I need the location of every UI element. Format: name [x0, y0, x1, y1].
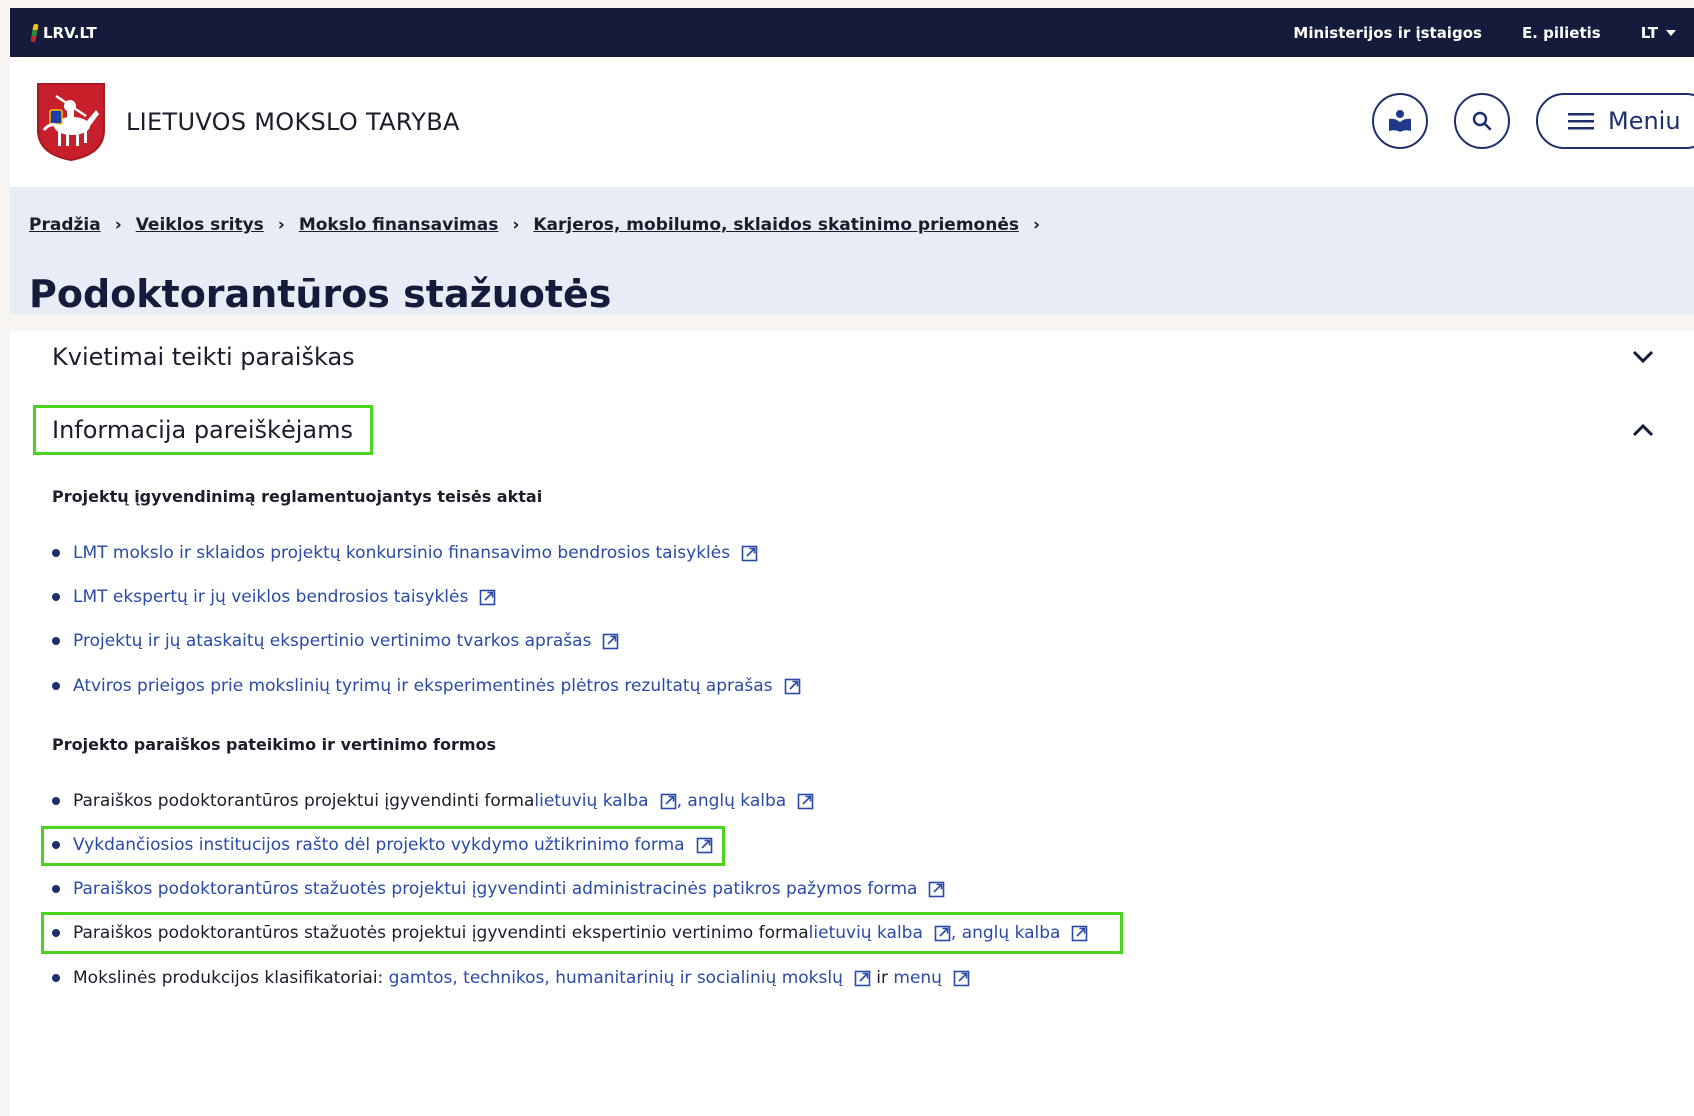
link-lithuanian[interactable]: lietuvių kalba: [534, 791, 648, 811]
breadcrumb-chevron-icon: ›: [1032, 215, 1040, 235]
breadcrumb-chevron-icon: ›: [114, 215, 122, 235]
bullet: [52, 974, 60, 982]
menu-button[interactable]: Meniu: [1536, 93, 1694, 149]
accordion-title: Kvietimai teikti paraiškas: [52, 343, 355, 371]
doc-link[interactable]: Atviros prieigos prie mokslinių tyrimų i…: [73, 676, 773, 696]
list-item: Mokslinės produkcijos klasifikatoriai: g…: [52, 968, 978, 988]
logo-link[interactable]: LIETUVOS MOKSLO TARYBA: [36, 82, 460, 162]
chevron-up-icon: [1632, 419, 1654, 441]
external-link-icon: [741, 545, 758, 561]
bullet: [52, 682, 60, 690]
top-links: Ministerijos ir įstaigos E. pilietis LT: [1293, 24, 1676, 42]
external-link-icon: [953, 970, 970, 986]
title-band: Pradžia › Veiklos sritys › Mokslo finans…: [10, 187, 1694, 314]
external-link-icon: [480, 589, 496, 605]
accordion-informacija[interactable]: Informacija pareiškėjams: [52, 416, 1654, 444]
breadcrumb-chevron-icon: ›: [277, 215, 285, 235]
flag-icon: [30, 23, 39, 42]
external-link-icon: [660, 793, 676, 809]
hamburger-icon: [1568, 113, 1594, 130]
reader-button[interactable]: [1372, 93, 1428, 149]
doc-link[interactable]: LMT mokslo ir sklaidos projektų konkursi…: [73, 543, 730, 563]
breadcrumb-finansavimas[interactable]: Mokslo finansavimas: [299, 215, 499, 235]
list-item: Paraiškos podoktorantūros stažuotės proj…: [52, 923, 1096, 943]
bullet: [52, 885, 60, 893]
bullet: [52, 593, 60, 601]
external-link-icon: [603, 633, 619, 649]
accordion-title: Informacija pareiškėjams: [52, 416, 353, 444]
list-item: Vykdančiosios institucijos rašto dėl pro…: [52, 835, 721, 855]
accordion-kvietimai[interactable]: Kvietimai teikti paraiškas: [52, 343, 1654, 371]
item-text: ir: [870, 968, 894, 988]
external-link-icon: [929, 881, 945, 897]
header-actions: Meniu: [1372, 93, 1694, 149]
bullet: [52, 549, 60, 557]
page-title: Podoktorantūros stažuotės: [29, 272, 612, 316]
top-bar: LRV.LT Ministerijos ir įstaigos E. pilie…: [10, 8, 1694, 57]
list-item: LMT ekspertų ir jų veiklos bendrosios ta…: [52, 587, 504, 607]
site-header: LIETUVOS MOKSLO TARYBA Meniu: [10, 57, 1694, 187]
brand-label: LRV.LT: [43, 23, 97, 42]
breadcrumb: Pradžia › Veiklos sritys › Mokslo finans…: [29, 215, 1040, 235]
external-link-icon: [934, 925, 951, 941]
breadcrumb-veiklos[interactable]: Veiklos sritys: [136, 215, 264, 235]
doc-link[interactable]: LMT ekspertų ir jų veiklos bendrosios ta…: [73, 587, 468, 607]
breadcrumb-karjeros[interactable]: Karjeros, mobilumo, sklaidos skatinimo p…: [533, 215, 1019, 235]
org-name: LIETUVOS MOKSLO TARYBA: [126, 108, 460, 136]
bullet: [52, 637, 60, 645]
list-item: Paraiškos podoktorantūros stažuotės proj…: [52, 879, 953, 899]
content: Kvietimai teikti paraiškas Informacija p…: [10, 331, 1694, 1116]
link-arts[interactable]: menų: [893, 968, 942, 988]
link-english[interactable]: anglų kalba: [962, 923, 1061, 943]
language-label: LT: [1640, 23, 1658, 42]
comma: ,: [676, 791, 688, 811]
section-heading: Projekto paraiškos pateikimo ir vertinim…: [52, 735, 497, 754]
external-link-icon: [854, 970, 871, 986]
breadcrumb-chevron-icon: ›: [512, 215, 520, 235]
list-item: Atviros prieigos prie mokslinių tyrimų i…: [52, 676, 809, 696]
list-item: Paraiškos podoktorantūros projektui įgyv…: [52, 791, 822, 811]
search-icon: [1472, 111, 1492, 131]
external-link-icon: [784, 678, 800, 694]
doc-link[interactable]: Vykdančiosios institucijos rašto dėl pro…: [73, 835, 685, 855]
list-item: LMT mokslo ir sklaidos projektų konkursi…: [52, 543, 766, 563]
external-link-icon: [1072, 925, 1088, 941]
page: LRV.LT Ministerijos ir įstaigos E. pilie…: [10, 8, 1694, 1116]
top-link-ministries[interactable]: Ministerijos ir įstaigos: [1293, 24, 1482, 42]
doc-link[interactable]: Paraiškos podoktorantūros stažuotės proj…: [73, 879, 917, 899]
doc-link[interactable]: Projektų ir jų ataskaitų ekspertinio ver…: [73, 631, 591, 651]
reader-icon: [1389, 110, 1411, 132]
top-link-epilietis[interactable]: E. pilietis: [1522, 24, 1601, 42]
list-item: Projektų ir jų ataskaitų ekspertinio ver…: [52, 631, 627, 651]
search-button[interactable]: [1454, 93, 1510, 149]
chevron-down-icon: [1632, 346, 1654, 368]
link-sciences[interactable]: gamtos, technikos, humanitarinių ir soci…: [389, 968, 843, 988]
link-lithuanian[interactable]: lietuvių kalba: [809, 923, 923, 943]
bullet: [52, 841, 60, 849]
bullet: [52, 929, 60, 937]
item-text: Paraiškos podoktorantūros stažuotės proj…: [73, 923, 809, 943]
coat-of-arms-icon: [37, 83, 105, 162]
link-english[interactable]: anglų kalba: [687, 791, 786, 811]
breadcrumb-home[interactable]: Pradžia: [29, 215, 101, 235]
item-text: Mokslinės produkcijos klasifikatoriai:: [73, 968, 389, 988]
external-link-icon: [696, 837, 712, 853]
section-heading: Projektų įgyvendinimą reglamentuojantys …: [52, 487, 543, 506]
bullet: [52, 797, 60, 805]
comma: ,: [950, 923, 962, 943]
language-selector[interactable]: LT: [1641, 24, 1676, 42]
lrv-brand[interactable]: LRV.LT: [30, 23, 97, 42]
external-link-icon: [797, 793, 814, 809]
menu-label: Meniu: [1608, 107, 1681, 135]
item-text: Paraiškos podoktorantūros projektui įgyv…: [73, 791, 535, 811]
caret-down-icon: [1666, 29, 1676, 36]
